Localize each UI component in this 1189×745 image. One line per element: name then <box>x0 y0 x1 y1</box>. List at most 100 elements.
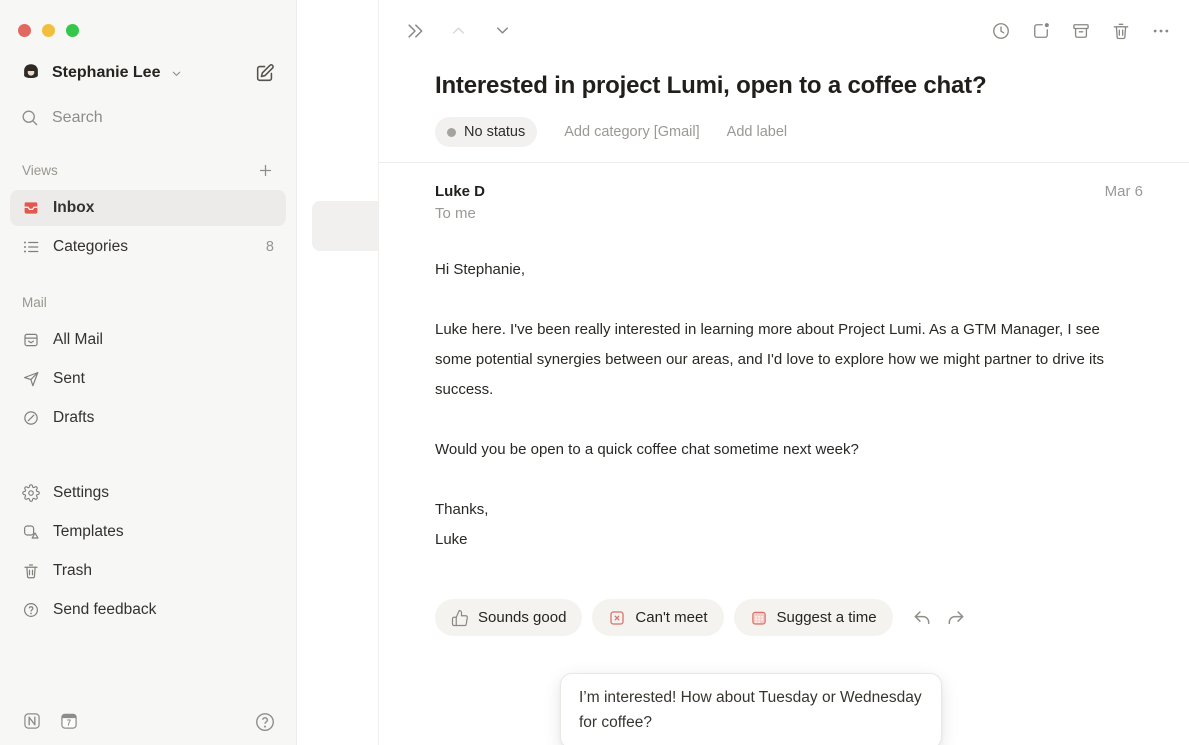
add-label-button[interactable]: Add label <box>727 124 787 140</box>
email-body: Hi Stephanie, Luke here. I've been reall… <box>435 255 1135 555</box>
shapes-icon <box>22 523 40 541</box>
views-list: Inbox Categories 8 <box>10 190 286 265</box>
email-meta-chips: No status Add category [Gmail] Add label <box>435 117 1143 147</box>
sidebar-item-label: Trash <box>53 562 92 580</box>
inbox-icon <box>22 199 40 217</box>
sidebar-item-send-feedback[interactable]: Send feedback <box>10 592 286 628</box>
recipient-line[interactable]: To me <box>435 205 1143 222</box>
quick-reply-label: Can't meet <box>635 609 707 626</box>
sidebar-item-settings[interactable]: Settings <box>10 475 286 511</box>
quick-reply-suggest-time-button[interactable]: Suggest a time <box>734 599 893 636</box>
sidebar-item-categories[interactable]: Categories 8 <box>10 229 286 265</box>
reply-forward-group <box>912 608 966 628</box>
add-category-button[interactable]: Add category [Gmail] <box>564 124 699 140</box>
status-chip[interactable]: No status <box>435 117 537 147</box>
utility-list: Settings Templates Trash Send feedback <box>10 475 286 628</box>
account-switcher[interactable]: Stephanie Lee <box>20 62 254 84</box>
body-paragraph: Would you be open to a quick coffee chat… <box>435 435 1135 465</box>
compose-button[interactable] <box>254 62 276 84</box>
avatar <box>20 62 42 84</box>
help-circle-icon <box>22 601 40 619</box>
more-icon[interactable] <box>1151 21 1171 41</box>
sidebar-item-inbox[interactable]: Inbox <box>10 190 286 226</box>
quick-reply-row: Sounds good Can't meet Suggest a time <box>435 599 1143 636</box>
add-view-button[interactable] <box>257 162 274 179</box>
account-row: Stephanie Lee <box>20 62 276 84</box>
archive-icon[interactable] <box>1071 21 1091 41</box>
status-chip-label: No status <box>464 124 525 140</box>
quick-reply-cant-meet-button[interactable]: Can't meet <box>592 599 723 636</box>
search-icon <box>20 108 39 127</box>
search-input[interactable]: Search <box>20 108 276 127</box>
sidebar-footer: 7 <box>0 711 296 745</box>
window-controls <box>0 0 296 37</box>
paper-plane-icon <box>22 370 40 388</box>
zoom-window-button[interactable] <box>66 24 79 37</box>
mail-header-label: Mail <box>22 295 47 310</box>
sidebar-item-label: Settings <box>53 484 109 502</box>
mail-list: All Mail Sent Drafts <box>10 322 286 436</box>
search-placeholder: Search <box>52 109 103 127</box>
suggested-reply-tooltip: I’m interested! How about Tuesday or Wed… <box>560 673 942 745</box>
trash-icon <box>22 562 40 580</box>
trash-icon[interactable] <box>1111 21 1131 41</box>
drafts-icon <box>22 409 40 427</box>
sender-name[interactable]: Luke D <box>435 183 485 200</box>
next-email-icon[interactable] <box>493 21 513 41</box>
selected-email-stub[interactable] <box>312 201 378 251</box>
email-date: Mar 6 <box>1105 183 1143 200</box>
reply-icon[interactable] <box>912 608 932 628</box>
email-subject: Interested in project Lumi, open to a co… <box>435 72 1143 100</box>
mark-unread-icon[interactable] <box>1031 21 1051 41</box>
notion-logo-icon[interactable] <box>22 711 42 731</box>
sidebar-item-label: Templates <box>53 523 124 541</box>
sidebar-item-trash[interactable]: Trash <box>10 553 286 589</box>
sidebar-item-label: Sent <box>53 370 85 388</box>
quick-reply-label: Sounds good <box>478 609 566 626</box>
account-name: Stephanie Lee <box>52 64 160 82</box>
views-section-header: Views <box>22 160 274 180</box>
snooze-icon[interactable] <box>991 21 1011 41</box>
help-button[interactable] <box>254 711 274 731</box>
quick-reply-sounds-good-button[interactable]: Sounds good <box>435 599 582 636</box>
sidebar-item-label: Categories <box>53 238 128 256</box>
categories-count-badge: 8 <box>266 239 274 255</box>
gear-icon <box>22 484 40 502</box>
sidebar-item-label: All Mail <box>53 331 103 349</box>
body-paragraph: Hi Stephanie, <box>435 255 1135 285</box>
sidebar: Stephanie Lee Search Views <box>0 0 297 745</box>
body-signature: Thanks, Luke <box>435 495 1135 555</box>
sender-row: Luke D Mar 6 <box>435 183 1143 200</box>
forward-icon[interactable] <box>946 608 966 628</box>
views-header-label: Views <box>22 163 58 178</box>
mail-section-header: Mail <box>22 292 274 312</box>
x-square-icon <box>608 609 626 627</box>
sidebar-item-drafts[interactable]: Drafts <box>10 400 286 436</box>
status-dot-icon <box>447 128 456 137</box>
sidebar-item-label: Send feedback <box>53 601 156 619</box>
sidebar-item-all-mail[interactable]: All Mail <box>10 322 286 358</box>
minimize-window-button[interactable] <box>42 24 55 37</box>
sidebar-item-templates[interactable]: Templates <box>10 514 286 550</box>
thumbs-up-icon <box>451 609 469 627</box>
calendar-day-icon[interactable]: 7 <box>59 711 79 731</box>
all-mail-icon <box>22 331 40 349</box>
sidebar-item-label: Drafts <box>53 409 94 427</box>
sidebar-item-sent[interactable]: Sent <box>10 361 286 397</box>
mail-app-window: Stephanie Lee Search Views <box>0 0 1189 745</box>
quick-reply-label: Suggest a time <box>777 609 877 626</box>
previous-email-icon[interactable] <box>449 21 469 41</box>
reading-pane: Interested in project Lumi, open to a co… <box>379 0 1189 745</box>
calendar-icon <box>750 609 768 627</box>
email-list-collapsed <box>297 0 379 745</box>
reading-toolbar <box>379 0 1189 41</box>
plus-icon <box>257 162 274 179</box>
svg-text:7: 7 <box>67 718 72 727</box>
collapse-sidebar-icon[interactable] <box>405 21 425 41</box>
sidebar-item-label: Inbox <box>53 199 94 217</box>
email-content: Luke D Mar 6 To me Hi Stephanie, Luke he… <box>379 163 1189 745</box>
close-window-button[interactable] <box>18 24 31 37</box>
compose-icon <box>254 62 276 84</box>
list-icon <box>22 238 40 256</box>
chevron-down-icon <box>170 67 183 80</box>
